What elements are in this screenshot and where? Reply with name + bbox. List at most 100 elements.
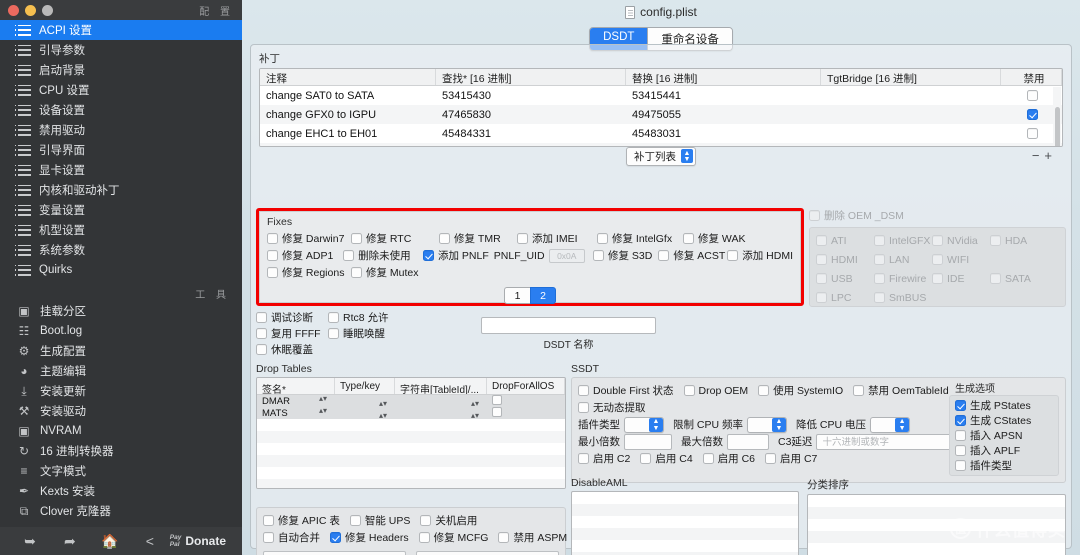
drop-all-os-checkbox[interactable] — [492, 394, 502, 405]
apic-ups-checkbox[interactable]: 智能 UPS — [349, 513, 410, 528]
tool-item-item[interactable]: ⚙ 生成配置 — [0, 341, 242, 361]
sidebar-item-item[interactable]: 引导参数 — [0, 40, 242, 60]
sidebar-item-item[interactable]: 显卡设置 — [0, 160, 242, 180]
oem-hdmi-checkbox[interactable]: HDMI — [816, 254, 874, 266]
tool-item-item[interactable]: ⤓ 安装更新 — [0, 381, 242, 401]
import-icon[interactable]: ➥ — [10, 533, 50, 550]
sidebar-item-item[interactable]: 引导界面 — [0, 140, 242, 160]
ssdt-oemtableid-checkbox[interactable]: 禁用 OemTableId — [853, 383, 949, 398]
add-patch-button[interactable]: + — [1044, 148, 1057, 163]
apic-aspm-checkbox[interactable]: 禁用 ASPM — [498, 530, 567, 545]
patch-table[interactable]: 注释 查找* [16 进制] 替换 [16 进制] TgtBridge [16 进制]… — [259, 68, 1063, 147]
oem-sata-checkbox[interactable]: SATA — [990, 273, 1048, 285]
patch-add-remove-controls[interactable]: −+ — [1032, 148, 1057, 163]
sidebar-item-item[interactable]: 变量设置 — [0, 200, 242, 220]
ssdt-double-first-checkbox[interactable]: Double First 状态 — [578, 383, 674, 398]
fixes-page-2[interactable]: 2 — [530, 287, 556, 304]
sidebar-item-quirks[interactable]: Quirks — [0, 260, 242, 280]
ssdt-c2-checkbox[interactable]: 启用 C2 — [578, 451, 630, 466]
home-icon[interactable]: 🏠 — [90, 533, 130, 550]
remove-oem-dsm-checkbox[interactable]: 删除 OEM _DSM — [809, 208, 904, 223]
table-row[interactable]: MATS ▴▾ ▴▾ ▴▾ — [257, 406, 565, 419]
stepper-icon[interactable]: ▴▾ — [471, 400, 479, 407]
lower-voltage-dropdown[interactable]: ▲ ▼ — [870, 416, 911, 433]
patch-disabled-checkbox[interactable] — [1027, 109, 1042, 120]
sidebar-item-item[interactable]: 设备设置 — [0, 100, 242, 120]
fix-intelgfx-checkbox[interactable]: 修复 IntelGfx — [597, 231, 683, 246]
oem-ide-checkbox[interactable]: IDE — [932, 273, 990, 285]
drop-all-os-checkbox[interactable] — [492, 406, 502, 417]
table-row[interactable]: change GFX0 to IGPU 47465830 49475055 — [260, 105, 1062, 124]
stepper-icon[interactable]: ▴▾ — [319, 394, 327, 401]
donate-button[interactable]: Pay Pal Donate — [170, 534, 232, 548]
tool-item-item[interactable]: ◕ 主题编辑 — [0, 361, 242, 381]
patch-table-scrollbar[interactable] — [1053, 87, 1061, 146]
fix-s3d-checkbox[interactable]: 修复 S3D — [593, 248, 658, 263]
oem-wifi-checkbox[interactable]: WIFI — [932, 254, 990, 266]
minimize-window-button[interactable] — [25, 4, 36, 16]
oem-usb-checkbox[interactable]: USB — [816, 273, 874, 285]
patch-list-selector[interactable]: 补丁列表 ▲ ▼ — [626, 146, 696, 166]
apic-item-checkbox[interactable]: 自动合并 — [263, 530, 320, 545]
reset-value-input[interactable]: 0xFE — [416, 551, 559, 555]
apic-headers-checkbox[interactable]: 修复 Headers — [330, 530, 409, 545]
sidebar-item-item[interactable]: 机型设置 — [0, 220, 242, 240]
dsdt-name-input[interactable] — [481, 317, 656, 334]
sort-class-listbox[interactable] — [807, 494, 1066, 555]
maximize-window-button[interactable] — [42, 4, 53, 16]
midopt-rtc8-checkbox[interactable]: Rtc8 允许 — [328, 309, 438, 325]
oem-lpc-checkbox[interactable]: LPC — [816, 292, 874, 304]
max-multiplier-input[interactable] — [727, 433, 769, 450]
fix-acst-checkbox[interactable]: 修复 ACST — [658, 248, 727, 263]
drop-tables-table[interactable]: 签名* Type/key 字符串[TableId]/... DropForAllOS … — [256, 377, 566, 489]
fix-adp1-checkbox[interactable]: 修复 ADP1 — [267, 248, 343, 263]
tool-item-item[interactable]: ▣ 挂载分区 — [0, 301, 242, 321]
fix-hdmi-checkbox[interactable]: 添加 HDMI — [727, 248, 793, 263]
stepper-icon[interactable]: ▴▾ — [471, 412, 479, 419]
fix-item-checkbox[interactable]: 删除未使用 — [343, 248, 423, 263]
stepper-icon[interactable]: ▴▾ — [379, 400, 387, 407]
stepper-icon[interactable]: ▴▾ — [319, 406, 327, 413]
tool-item-16[interactable]: ↻ 16 进制转换器 — [0, 441, 242, 461]
table-row[interactable]: DMAR ▴▾ ▴▾ ▴▾ — [257, 394, 565, 407]
ssdt-c4-checkbox[interactable]: 启用 C4 — [640, 451, 693, 466]
ssdt-c6-checkbox[interactable]: 启用 C6 — [702, 451, 755, 466]
tool-item-boot-log[interactable]: ☷ Boot.log — [0, 321, 242, 341]
tool-item-nvram[interactable]: ▣ NVRAM — [0, 421, 242, 441]
patch-table-scroll-thumb[interactable] — [1054, 107, 1060, 146]
genopt-pstates-checkbox[interactable]: 生成 PStates — [955, 398, 1053, 413]
table-row[interactable]: change EHC1 to EH01 45484331 45483031 — [260, 124, 1062, 143]
ssdt-c7-checkbox[interactable]: 启用 C7 — [765, 451, 817, 466]
fix-wak-checkbox[interactable]: 修复 WAK — [683, 231, 753, 246]
oem-intelgfx-checkbox[interactable]: IntelGFX — [874, 235, 932, 247]
limit-cpu-dropdown[interactable]: ▲ ▼ — [747, 416, 788, 433]
plugin-type-dropdown[interactable]: ▲ ▼ — [624, 416, 664, 433]
sidebar-item-acpi[interactable]: ACPI 设置 — [0, 20, 242, 40]
sidebar-item-item[interactable]: 禁用驱动 — [0, 120, 242, 140]
patch-disabled-checkbox[interactable] — [1027, 90, 1042, 101]
fix-pnlf-checkbox[interactable]: 添加 PNLF — [423, 248, 494, 263]
fixes-page-1[interactable]: 1 — [504, 287, 530, 304]
patch-disabled-checkbox[interactable] — [1027, 128, 1042, 139]
remove-patch-button[interactable]: − — [1032, 148, 1045, 163]
fix-darwin7-checkbox[interactable]: 修复 Darwin7 — [267, 231, 351, 246]
fix-regions-checkbox[interactable]: 修复 Regions — [267, 265, 351, 280]
sidebar-item-item[interactable]: 系统参数 — [0, 240, 242, 260]
reset-address-input[interactable]: 0x64 — [263, 551, 406, 555]
pnlf-uid-input[interactable]: 0x0A — [548, 248, 585, 263]
ssdt-drop-oem-checkbox[interactable]: Drop OEM — [683, 385, 748, 397]
sidebar-item-item[interactable]: 内核和驱动补丁 — [0, 180, 242, 200]
close-window-button[interactable] — [8, 4, 19, 16]
tool-item-kexts[interactable]: ✒ Kexts 安装 — [0, 481, 242, 501]
genopt-item-checkbox[interactable]: 插件类型 — [955, 458, 1053, 473]
genopt-apsn-checkbox[interactable]: 插入 APSN — [955, 428, 1053, 443]
midopt-item-checkbox[interactable]: 调试诊断 — [256, 309, 328, 325]
oem-ati-checkbox[interactable]: ATI — [816, 235, 874, 247]
table-row[interactable]: change SAT0 to SATA 53415430 53415441 — [260, 86, 1062, 105]
min-multiplier-input[interactable] — [624, 433, 672, 450]
tool-item-item[interactable]: ⚒ 安装驱动 — [0, 401, 242, 421]
tool-item-clover[interactable]: ⧉ Clover 克隆器 — [0, 501, 242, 521]
oem-lan-checkbox[interactable]: LAN — [874, 254, 932, 266]
midopt-item-checkbox[interactable]: 睡眠唤醒 — [328, 325, 438, 341]
genopt-cstates-checkbox[interactable]: 生成 CStates — [955, 413, 1053, 428]
